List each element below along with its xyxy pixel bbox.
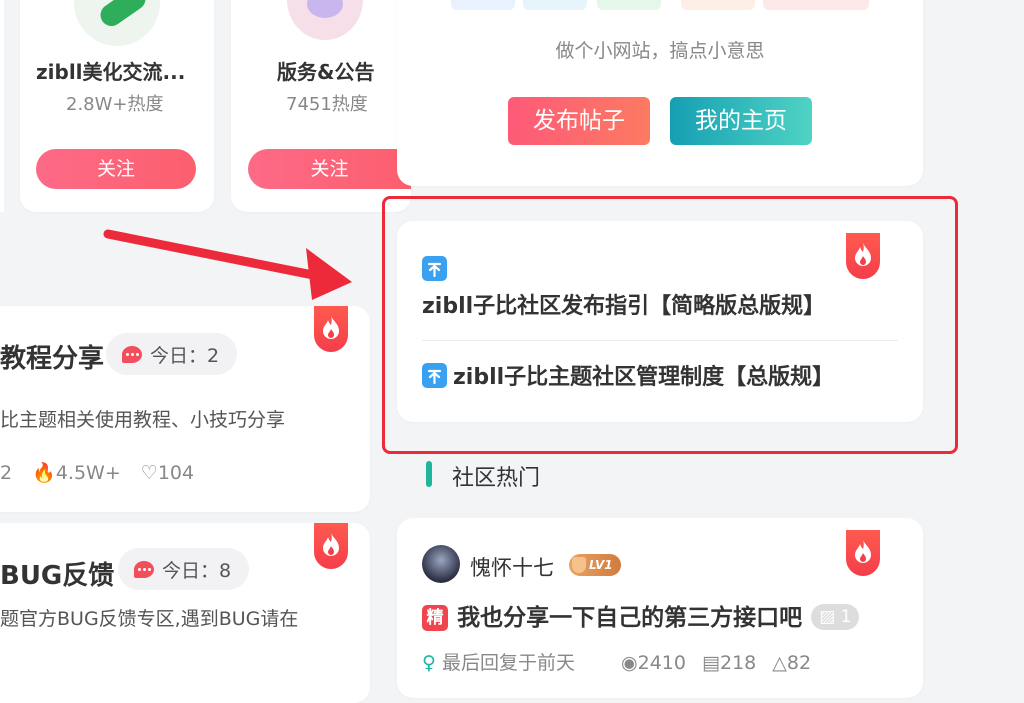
board-desc: 比主题相关使用教程、小技巧分享 [0,409,286,431]
post-button[interactable]: 发布帖子 [508,97,650,145]
profile-card: 做个小网站，搞点小意思 发布帖子 我的主页 [397,0,923,186]
profile-motto: 做个小网站，搞点小意思 [555,40,765,62]
board-title[interactable]: 教程分享 [0,338,104,375]
level-badge: LV1 [569,554,621,576]
comment-icon [122,345,142,363]
social-icons-row [451,0,871,12]
image-count-badge: ▨ 1 [811,604,860,630]
home-button[interactable]: 我的主页 [670,97,812,145]
comment-count: 218 [719,652,757,674]
user-name[interactable]: 愧怀十七 [470,552,554,582]
essence-badge: 精 [422,605,448,631]
board-card: BUG反馈 今日：8 题官方BUG反馈专区,遇到BUG请在 [0,523,370,703]
level-shield-icon [572,557,586,573]
board-card: 教程分享 今日：2 比主题相关使用教程、小技巧分享 2 🔥4.5W+ ♡104 [0,306,370,512]
today-count: 今日：2 [150,344,220,367]
section-accent-bar [426,461,432,487]
today-badge: 今日：8 [118,548,250,590]
social-icon[interactable] [451,0,515,10]
last-reply: 最后回复于前天 [441,652,575,674]
board-stats: 2 🔥4.5W+ ♡104 [0,461,194,484]
hot-post-card: 愧怀十七 LV1 精 我也分享一下自己的第三方接口吧 ▨ 1 ♀ 最后回复于前天… [397,518,923,698]
social-icon[interactable] [523,0,587,10]
social-icon[interactable] [597,0,661,10]
post-count: 2 [0,462,13,484]
social-icon[interactable] [681,0,755,10]
social-icon[interactable] [763,0,869,10]
fire-icon: 🔥 [32,462,56,484]
comment-icon [134,560,154,578]
user-icon: ♀ [422,652,436,674]
annotation-highlight-box [382,196,958,454]
today-badge: 今日：2 [106,333,238,375]
comment-icon: ▤ [702,652,720,674]
hot-count: 4.5W+ [55,462,121,484]
hot-fire-icon [314,523,348,569]
post-title-row[interactable]: 精 我也分享一下自己的第三方接口吧 ▨ 1 [422,598,860,632]
eye-icon: ◉ [621,652,638,674]
like-count: 82 [786,652,812,674]
post-meta: ♀ 最后回复于前天 ◉2410 ▤218 △82 [422,648,811,675]
level-text: LV1 [589,558,613,572]
view-count: 2410 [637,652,686,674]
today-count: 今日：8 [162,559,232,582]
post-title: 我也分享一下自己的第三方接口吧 [457,605,803,631]
image-icon: ▨ [819,607,836,627]
board-desc: 题官方BUG反馈专区,遇到BUG请在 [0,608,299,630]
image-count: 1 [840,607,852,627]
board-title[interactable]: BUG反馈 [0,555,114,592]
heart-icon: ♡ [140,462,158,484]
hot-fire-icon [846,530,880,576]
section-title: 社区热门 [452,466,541,491]
like-icon: △ [772,652,787,674]
user-avatar[interactable] [422,545,460,583]
like-count: 104 [157,462,195,484]
annotation-arrow [103,229,352,300]
